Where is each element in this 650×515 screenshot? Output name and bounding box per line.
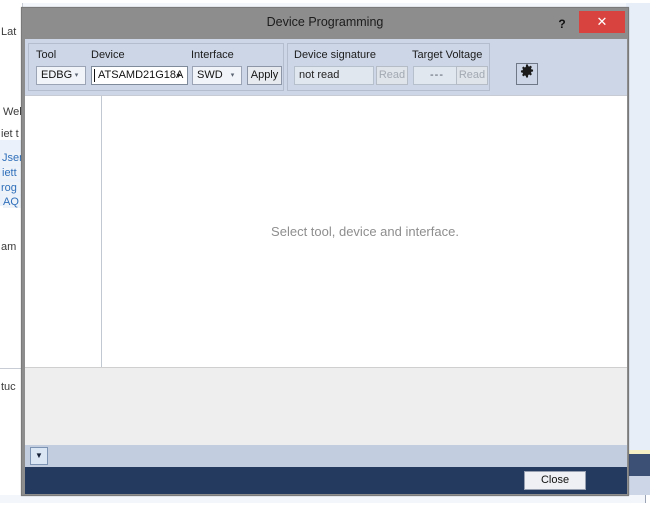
device-label: Device bbox=[91, 49, 125, 61]
background-right-statusbar bbox=[626, 454, 650, 476]
background-text-fragment[interactable]: rog bbox=[1, 182, 21, 194]
tool-select-value: EDBG bbox=[41, 69, 72, 81]
device-programming-dialog: Device Programming ? ✕ Tool Device Inter… bbox=[21, 7, 629, 496]
chevron-down-icon: ▾ bbox=[173, 67, 184, 84]
toolbar-group-settings bbox=[494, 43, 624, 91]
device-signature-value: not read bbox=[294, 66, 374, 85]
interface-select-value: SWD bbox=[197, 69, 223, 81]
background-text-fragment: am bbox=[1, 241, 21, 253]
background-text-fragment: Lat bbox=[1, 26, 21, 38]
chevron-down-icon: ▾ bbox=[71, 67, 82, 84]
tool-label: Tool bbox=[36, 49, 56, 61]
close-icon[interactable]: ✕ bbox=[579, 11, 625, 33]
help-button[interactable]: ? bbox=[554, 16, 570, 32]
interface-label: Interface bbox=[191, 49, 234, 61]
dialog-status-strip: ▼ bbox=[25, 445, 627, 467]
interface-select[interactable]: SWD ▾ bbox=[192, 66, 242, 85]
read-signature-button[interactable]: Read bbox=[376, 66, 408, 85]
background-text-fragment: iet t bbox=[1, 128, 21, 140]
dialog-titlebar[interactable]: Device Programming ? ✕ bbox=[22, 8, 628, 39]
tool-select[interactable]: EDBG ▾ bbox=[36, 66, 86, 85]
close-button[interactable]: Close bbox=[524, 471, 586, 490]
chevron-down-icon: ▾ bbox=[227, 67, 238, 84]
toolbar-group-selection: Tool Device Interface EDBG ▾ ATSAMD21G18… bbox=[28, 43, 284, 91]
category-nav-pane[interactable] bbox=[25, 96, 102, 367]
device-select[interactable]: ATSAMD21G18A ▾ bbox=[91, 66, 188, 85]
target-voltage-value: --- bbox=[413, 66, 461, 85]
device-select-value: ATSAMD21G18A bbox=[96, 69, 183, 81]
text-cursor bbox=[94, 69, 95, 82]
dialog-footer: Close bbox=[25, 467, 627, 494]
device-signature-label: Device signature bbox=[294, 49, 376, 61]
content-placeholder-message: Select tool, device and interface. bbox=[103, 224, 627, 239]
background-text-fragment[interactable]: Jser bbox=[2, 152, 21, 164]
background-right-panel bbox=[626, 3, 650, 495]
read-voltage-button[interactable]: Read bbox=[456, 66, 488, 85]
expand-log-button[interactable]: ▼ bbox=[30, 447, 48, 465]
background-text-fragment[interactable]: AQ bbox=[3, 196, 21, 208]
toolbar-group-readouts: Device signature Target Voltage not read… bbox=[287, 43, 490, 91]
dialog-title: Device Programming bbox=[22, 15, 628, 29]
dialog-content-area: Select tool, device and interface. bbox=[25, 95, 627, 367]
background-text-fragment: tuc bbox=[1, 381, 21, 393]
background-right-footer bbox=[626, 476, 650, 495]
dialog-log-pane bbox=[25, 367, 627, 445]
background-text-fragment[interactable]: iett bbox=[2, 167, 21, 179]
background-bottom-edge bbox=[0, 503, 650, 515]
background-text-fragment: Wel bbox=[3, 106, 21, 118]
apply-button[interactable]: Apply bbox=[247, 66, 282, 85]
target-voltage-label: Target Voltage bbox=[412, 49, 482, 61]
gear-icon[interactable] bbox=[516, 63, 538, 85]
dialog-toolbar: Tool Device Interface EDBG ▾ ATSAMD21G18… bbox=[25, 39, 627, 95]
